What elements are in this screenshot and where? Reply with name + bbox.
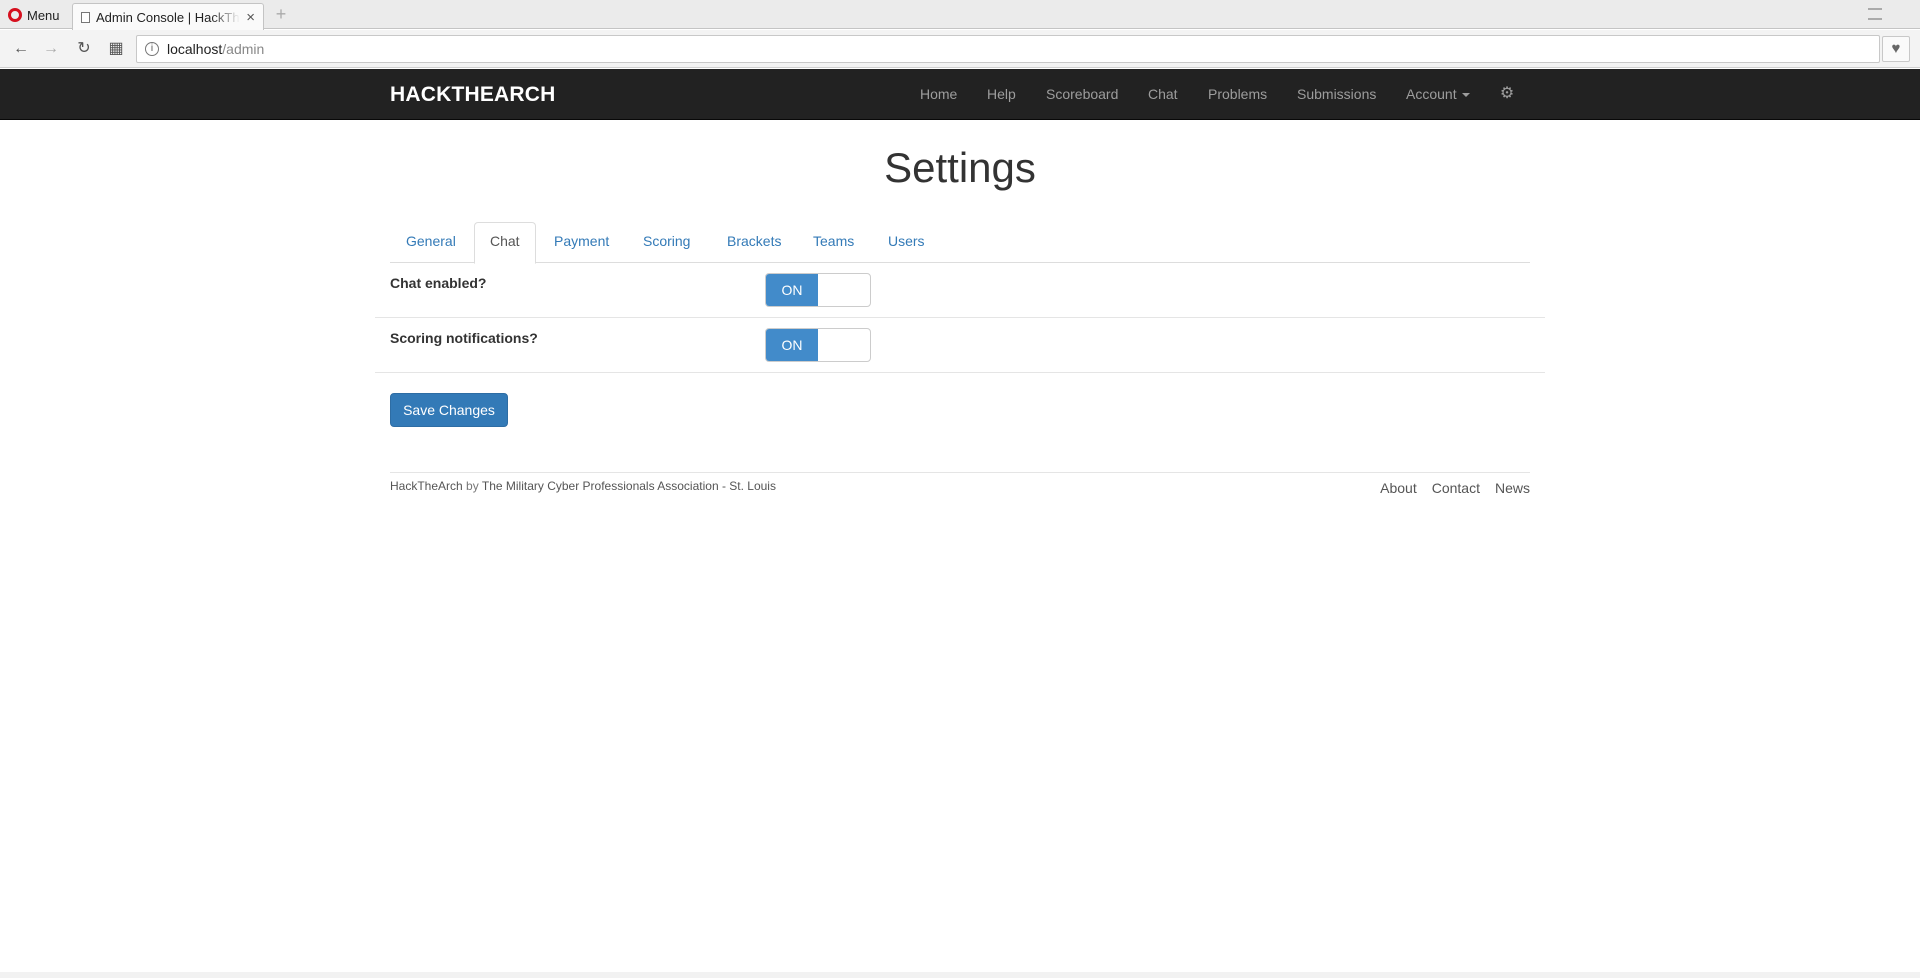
footer-by: by	[466, 479, 479, 493]
page-footer: HackTheArch by The Military Cyber Profes…	[390, 472, 1530, 496]
setting-label: Chat enabled?	[390, 275, 487, 291]
footer-link-news[interactable]: News	[1495, 480, 1530, 496]
window-bottom-edge	[0, 972, 1920, 978]
toggle-on-state: ON	[766, 329, 818, 361]
nav-link-account: Account	[1406, 86, 1457, 102]
page-title: Settings	[884, 144, 1036, 191]
tab-general[interactable]: General	[390, 222, 472, 263]
reload-icon[interactable]: ↻	[74, 39, 94, 59]
site-navbar: HACKTHEARCH Home Help Scoreboard Chat Pr…	[0, 69, 1920, 120]
url-field[interactable]: i localhost/admin	[136, 35, 1880, 63]
footer-link-contact[interactable]: Contact	[1432, 480, 1480, 496]
tab-scoring[interactable]: Scoring	[627, 222, 706, 263]
nav-link-help[interactable]: Help	[987, 86, 1016, 102]
tab-teams[interactable]: Teams	[797, 222, 870, 263]
chat-enabled-toggle[interactable]: ON	[765, 273, 871, 307]
nav-link-home[interactable]: Home	[920, 86, 957, 102]
gear-icon[interactable]: ⚙	[1499, 86, 1515, 102]
close-tab-icon[interactable]: ×	[246, 9, 255, 26]
page-icon	[81, 11, 90, 23]
tab-users[interactable]: Users	[872, 222, 941, 263]
caret-down-icon	[1461, 93, 1470, 98]
footer-links: About Contact News	[1380, 480, 1530, 496]
footer-app-name: HackTheArch	[390, 479, 463, 493]
speed-dial-icon[interactable]: ▦	[106, 39, 126, 59]
nav-account-dropdown[interactable]: Account	[1406, 86, 1470, 102]
setting-row-chat-enabled: Chat enabled? ON	[375, 263, 1545, 318]
nav-link-problems[interactable]: Problems	[1208, 86, 1267, 102]
site-info-icon[interactable]: i	[145, 42, 159, 56]
setting-row-scoring-notifications: Scoring notifications? ON	[375, 318, 1545, 373]
nav-link-chat[interactable]: Chat	[1148, 86, 1178, 102]
url-path: /admin	[222, 41, 265, 57]
heart-icon[interactable]: ♥	[1882, 36, 1910, 62]
footer-link-about[interactable]: About	[1380, 480, 1417, 496]
settings-tabs: General Chat Payment Scoring Brackets Te…	[390, 222, 1530, 264]
opera-logo-icon	[8, 8, 22, 22]
browser-tab-title: Admin Console | HackTheArch	[96, 9, 240, 25]
browser-address-bar: ← → ↻ ▦ i localhost/admin ♥	[0, 30, 1920, 68]
tab-menu-icon[interactable]	[1868, 8, 1882, 20]
setting-label: Scoring notifications?	[390, 330, 538, 346]
browser-tab-bar: Menu Admin Console | HackTheArch × +	[0, 0, 1920, 30]
toggle-on-state: ON	[766, 274, 818, 306]
nav-link-submissions[interactable]: Submissions	[1297, 86, 1376, 102]
url-host: localhost	[167, 41, 223, 57]
tab-payment[interactable]: Payment	[538, 222, 625, 263]
site-brand[interactable]: HACKTHEARCH	[390, 83, 556, 107]
back-icon[interactable]: ←	[11, 39, 31, 59]
tab-chat[interactable]: Chat	[474, 222, 536, 264]
tab-brackets[interactable]: Brackets	[711, 222, 797, 263]
browser-tab[interactable]: Admin Console | HackTheArch ×	[72, 3, 264, 30]
nav-link-scoreboard[interactable]: Scoreboard	[1046, 86, 1118, 102]
footer-org: The Military Cyber Professionals Associa…	[481, 479, 776, 493]
new-tab-icon[interactable]: +	[272, 5, 290, 23]
browser-menu-button[interactable]: Menu	[8, 6, 60, 24]
save-changes-button[interactable]: Save Changes	[390, 393, 508, 427]
scoring-notifications-toggle[interactable]: ON	[765, 328, 871, 362]
forward-icon[interactable]: →	[41, 39, 61, 59]
browser-menu-label: Menu	[27, 7, 60, 23]
footer-credit: HackTheArch by The Military Cyber Profes…	[390, 479, 776, 493]
